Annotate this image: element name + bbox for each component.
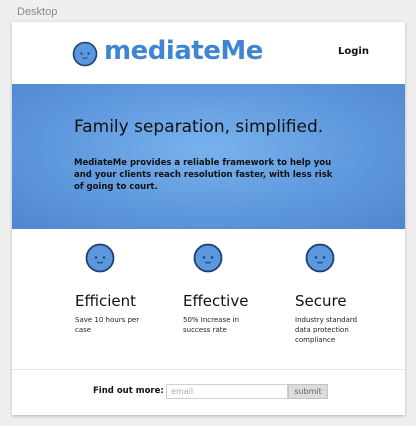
smiley-face-icon (305, 243, 335, 273)
feature-title: Efficient (75, 292, 137, 310)
feature-description: 50% Increase in success rate (183, 316, 240, 334)
smiley-face-icon (193, 243, 223, 273)
hero-title: Family separation, simplified. (74, 117, 324, 137)
feature-description: Industry standard data protection compli… (295, 316, 358, 344)
logo-wordmark[interactable]: mediateMe (104, 36, 263, 66)
logo-face-icon (72, 41, 98, 67)
artboard-label: Desktop (17, 6, 58, 18)
smiley-face-icon (85, 243, 115, 273)
feature-title: Secure (295, 292, 347, 310)
feature-description: Save 10 hours per case (75, 316, 140, 334)
email-input[interactable] (166, 384, 288, 399)
hero-banner: Family separation, simplified. MediateMe… (12, 84, 405, 229)
footer-divider (12, 369, 405, 370)
hero-description: MediateMe provides a reliable framework … (74, 158, 333, 192)
feature-title: Effective (183, 292, 249, 310)
login-link[interactable]: Login (338, 46, 369, 57)
header: mediateMe Login (12, 22, 405, 84)
submit-button[interactable]: submit (288, 384, 328, 399)
signup-label: Find out more: (93, 386, 164, 396)
desktop-frame: mediateMe Login Family separation, simpl… (12, 22, 405, 415)
